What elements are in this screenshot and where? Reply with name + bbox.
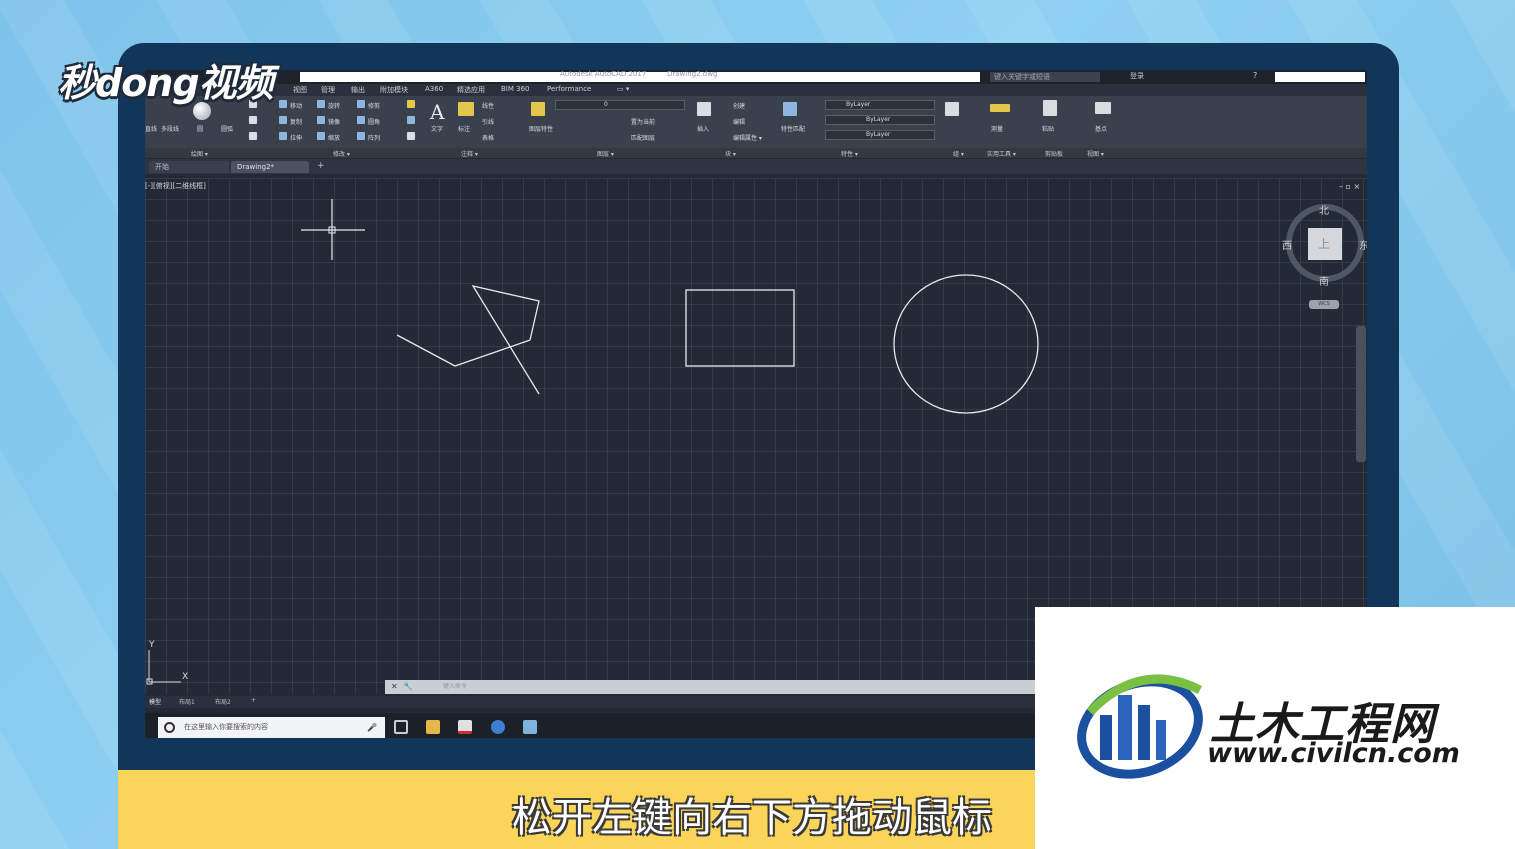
ucs-axis-icon bbox=[146, 650, 181, 685]
civilcn-url: www.civilcn.com bbox=[1207, 738, 1460, 769]
taskbar-search-input[interactable]: 在这里输入你要搜索的内容 🎤 bbox=[158, 717, 385, 738]
viewcube-top[interactable]: 上 bbox=[1318, 235, 1330, 252]
viewcube-east[interactable]: 东 bbox=[1359, 237, 1367, 252]
crosshair-cursor-icon bbox=[301, 199, 365, 260]
add-layout-plus-icon[interactable]: + bbox=[251, 697, 256, 704]
ucs-y-label: Y bbox=[149, 640, 155, 650]
tab-layout2[interactable]: 布局2 bbox=[215, 697, 231, 706]
microphone-icon[interactable]: 🎤 bbox=[367, 717, 377, 738]
search-icon bbox=[164, 722, 175, 733]
miaodong-logo: 秒dong视频 bbox=[58, 61, 274, 105]
app-icon-light[interactable] bbox=[523, 720, 537, 734]
task-view-icon[interactable] bbox=[394, 720, 408, 734]
command-line[interactable]: ✕ 🔧 键入命令 bbox=[385, 680, 1045, 694]
tab-model[interactable]: 模型 bbox=[149, 697, 161, 706]
rectangle-shape[interactable] bbox=[685, 289, 795, 367]
app-icon-blue[interactable] bbox=[491, 720, 505, 734]
taskbar-search-placeholder: 在这里输入你要搜索的内容 bbox=[184, 723, 268, 731]
tab-layout1[interactable]: 布局1 bbox=[179, 697, 195, 706]
circle-shape[interactable] bbox=[893, 274, 1039, 414]
vertical-scrollbar[interactable] bbox=[1356, 326, 1366, 462]
autocad-app-icon[interactable] bbox=[458, 720, 472, 734]
wcs-menu[interactable]: WCS bbox=[1309, 300, 1339, 309]
polyline-shape[interactable] bbox=[396, 285, 540, 395]
wrench-icon[interactable]: 🔧 bbox=[403, 680, 413, 694]
close-icon[interactable]: ✕ bbox=[391, 680, 398, 694]
subtitle-text: 松开左键向右下方拖动鼠标 bbox=[512, 795, 992, 841]
viewcube-south[interactable]: 南 bbox=[1319, 273, 1329, 288]
command-input[interactable]: 键入命令 bbox=[443, 680, 467, 694]
file-explorer-icon[interactable] bbox=[426, 720, 440, 734]
ucs-x-label: X bbox=[182, 672, 189, 682]
viewcube-west[interactable]: 西 bbox=[1282, 237, 1292, 252]
viewcube-north[interactable]: 北 bbox=[1319, 202, 1329, 217]
